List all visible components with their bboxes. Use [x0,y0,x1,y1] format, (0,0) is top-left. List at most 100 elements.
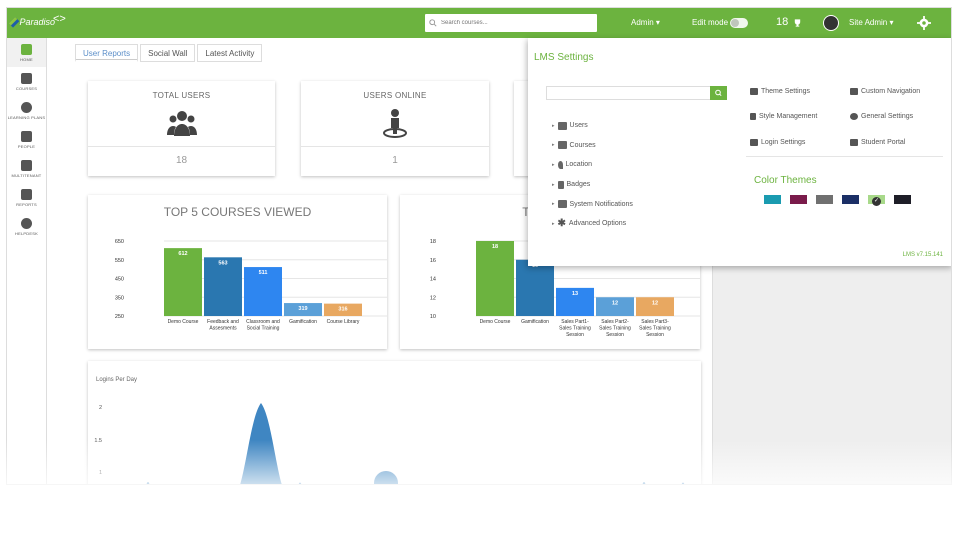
avatar[interactable] [823,15,839,31]
general-settings-link[interactable]: General Settings [850,113,950,121]
color-swatch[interactable] [790,195,807,204]
user-menu[interactable]: Site Admin ▾ [849,18,893,27]
x-tick-label: Demo Course [168,319,199,325]
settings-search-button[interactable] [710,86,727,100]
users-online-value: 1 [301,146,489,174]
sidebar: HOME COURSES LEARNING PLANS PEOPLE MULTI… [7,38,47,484]
map-marker-icon [557,160,563,169]
student-portal-link[interactable]: Student Portal [850,138,950,146]
lms-version: LMS v7.15.141 [902,252,943,258]
sidebar-item-people[interactable]: PEOPLE [7,125,46,154]
color-swatch[interactable]: ✓ [868,195,885,206]
tab-latest-activity[interactable]: Latest Activity [197,44,263,62]
sidebar-item-home[interactable]: HOME [7,38,46,67]
y-tick-label: 550 [115,258,124,264]
data-label: 563 [218,260,227,266]
style-management-link[interactable]: Style Management [750,113,850,121]
bookmark-icon [557,180,564,189]
edit-mode-label: Edit mode [692,18,729,27]
globe-icon [21,101,32,113]
settings-title: LMS Settings [534,52,594,63]
data-label: 612 [178,251,187,257]
sidebar-item-learning-plans[interactable]: LEARNING PLANS [7,96,46,125]
users-icon [557,121,567,130]
building-icon [21,159,32,171]
x-tick-label: Sales Part3-Sales Training Session [639,319,671,338]
total-users-value: 18 [88,146,275,174]
bars-icon [850,87,858,95]
folder-icon [557,141,567,150]
color-swatch[interactable] [816,195,833,204]
trophy-count[interactable]: 18 [776,16,788,28]
y-tick-label: 2 [99,405,102,411]
tab-social-wall[interactable]: Social Wall [140,44,196,62]
y-tick-label: 650 [115,239,124,245]
sidebar-item-courses[interactable]: COURSES [7,67,46,96]
report-tabs: User Reports Social Wall Latest Activity [75,44,263,62]
settings-menu: ▸ Users ▸ Courses ▸ Location ▸ Badges ▸ Syste… [552,116,633,234]
search-icon [715,89,722,97]
total-users-title: TOTAL USERS [152,91,211,100]
settings-search-input[interactable] [546,86,727,100]
trophy-icon[interactable] [793,18,802,28]
theme-settings-link[interactable]: Theme Settings [750,87,850,95]
tab-user-reports[interactable]: User Reports [75,44,139,62]
settings-menu-system-notifications[interactable]: ▸ System Notifications [552,194,633,214]
y-tick-label: 12 [430,295,436,301]
users-online-card: USERS ONLINE 1 [301,81,489,176]
chart1-title: TOP 5 COURSES VIEWED [163,205,312,219]
logo-mark-icon [8,16,20,28]
top-navbar: Paradiso <> Admin ▾ Edit mode 18 Site Ad… [7,8,951,38]
gear-icon [850,113,858,120]
color-swatch[interactable] [764,195,781,204]
courses-viewed-chart: 650 550 450 350 250 612 Demo Course 563 Feedback… [115,239,387,332]
settings-menu-users[interactable]: ▸ Users [552,116,633,136]
chart-bar [164,248,202,316]
search-input[interactable] [441,20,591,26]
y-tick-label: 250 [115,314,124,320]
color-swatch[interactable] [894,195,911,204]
data-label: 12 [652,300,658,306]
courses-viewed-chart-card: TOP 5 COURSES VIEWED 650 550 450 350 250 612 D… [88,195,387,349]
x-tick-label: Gamification [521,319,549,325]
settings-links: Theme Settings Custom Navigation Style M… [750,87,950,146]
settings-menu-location[interactable]: ▸ Location [552,155,633,175]
magic-icon [750,113,756,120]
table-icon [557,200,567,209]
check-circle-icon: ✓ [872,197,881,206]
users-online-title: USERS ONLINE [363,91,427,100]
settings-menu-courses[interactable]: ▸ Courses [552,136,633,156]
data-label: 12 [612,300,618,306]
x-tick-label: Feedback and Assesments [207,319,239,332]
paradiso-logo[interactable]: Paradiso [8,13,55,31]
edit-mode-toggle[interactable] [730,18,748,28]
search-icon [429,19,437,27]
data-label: 18 [492,244,498,250]
x-tick-label: Gamification [289,319,317,325]
y-tick-label: 450 [115,277,124,283]
user-online-icon [383,109,407,138]
settings-divider [746,156,943,157]
users-group-icon [166,111,197,136]
x-tick-label: Course Library [327,319,360,325]
sidebar-item-multitenant[interactable]: MULTITENANT [7,154,46,183]
color-swatch[interactable] [842,195,859,204]
settings-menu-advanced-options[interactable]: ▸ ✱ Advanced Options [552,214,633,234]
sidebar-item-helpdesk[interactable]: HELPDESK [7,212,46,241]
custom-navigation-link[interactable]: Custom Navigation [850,87,950,95]
settings-menu-badges[interactable]: ▸ Badges [552,175,633,195]
course-search[interactable] [425,14,597,32]
login-settings-link[interactable]: Login Settings [750,138,850,146]
x-tick-label: Classroom and Social Training [246,319,280,332]
sidebar-item-reports[interactable]: REPORTS [7,183,46,212]
logo-text: Paradiso [19,17,55,27]
folder-icon [21,72,32,84]
y-tick-label: 14 [430,277,436,283]
y-tick-label: 16 [430,258,436,264]
expand-arrows-icon[interactable]: <> [53,13,66,25]
gear-icon[interactable] [917,16,931,30]
role-dropdown[interactable]: Admin ▾ [631,18,660,27]
y-tick-label: 10 [430,314,436,320]
y-tick-label: 350 [115,295,124,301]
home-icon [21,43,32,55]
